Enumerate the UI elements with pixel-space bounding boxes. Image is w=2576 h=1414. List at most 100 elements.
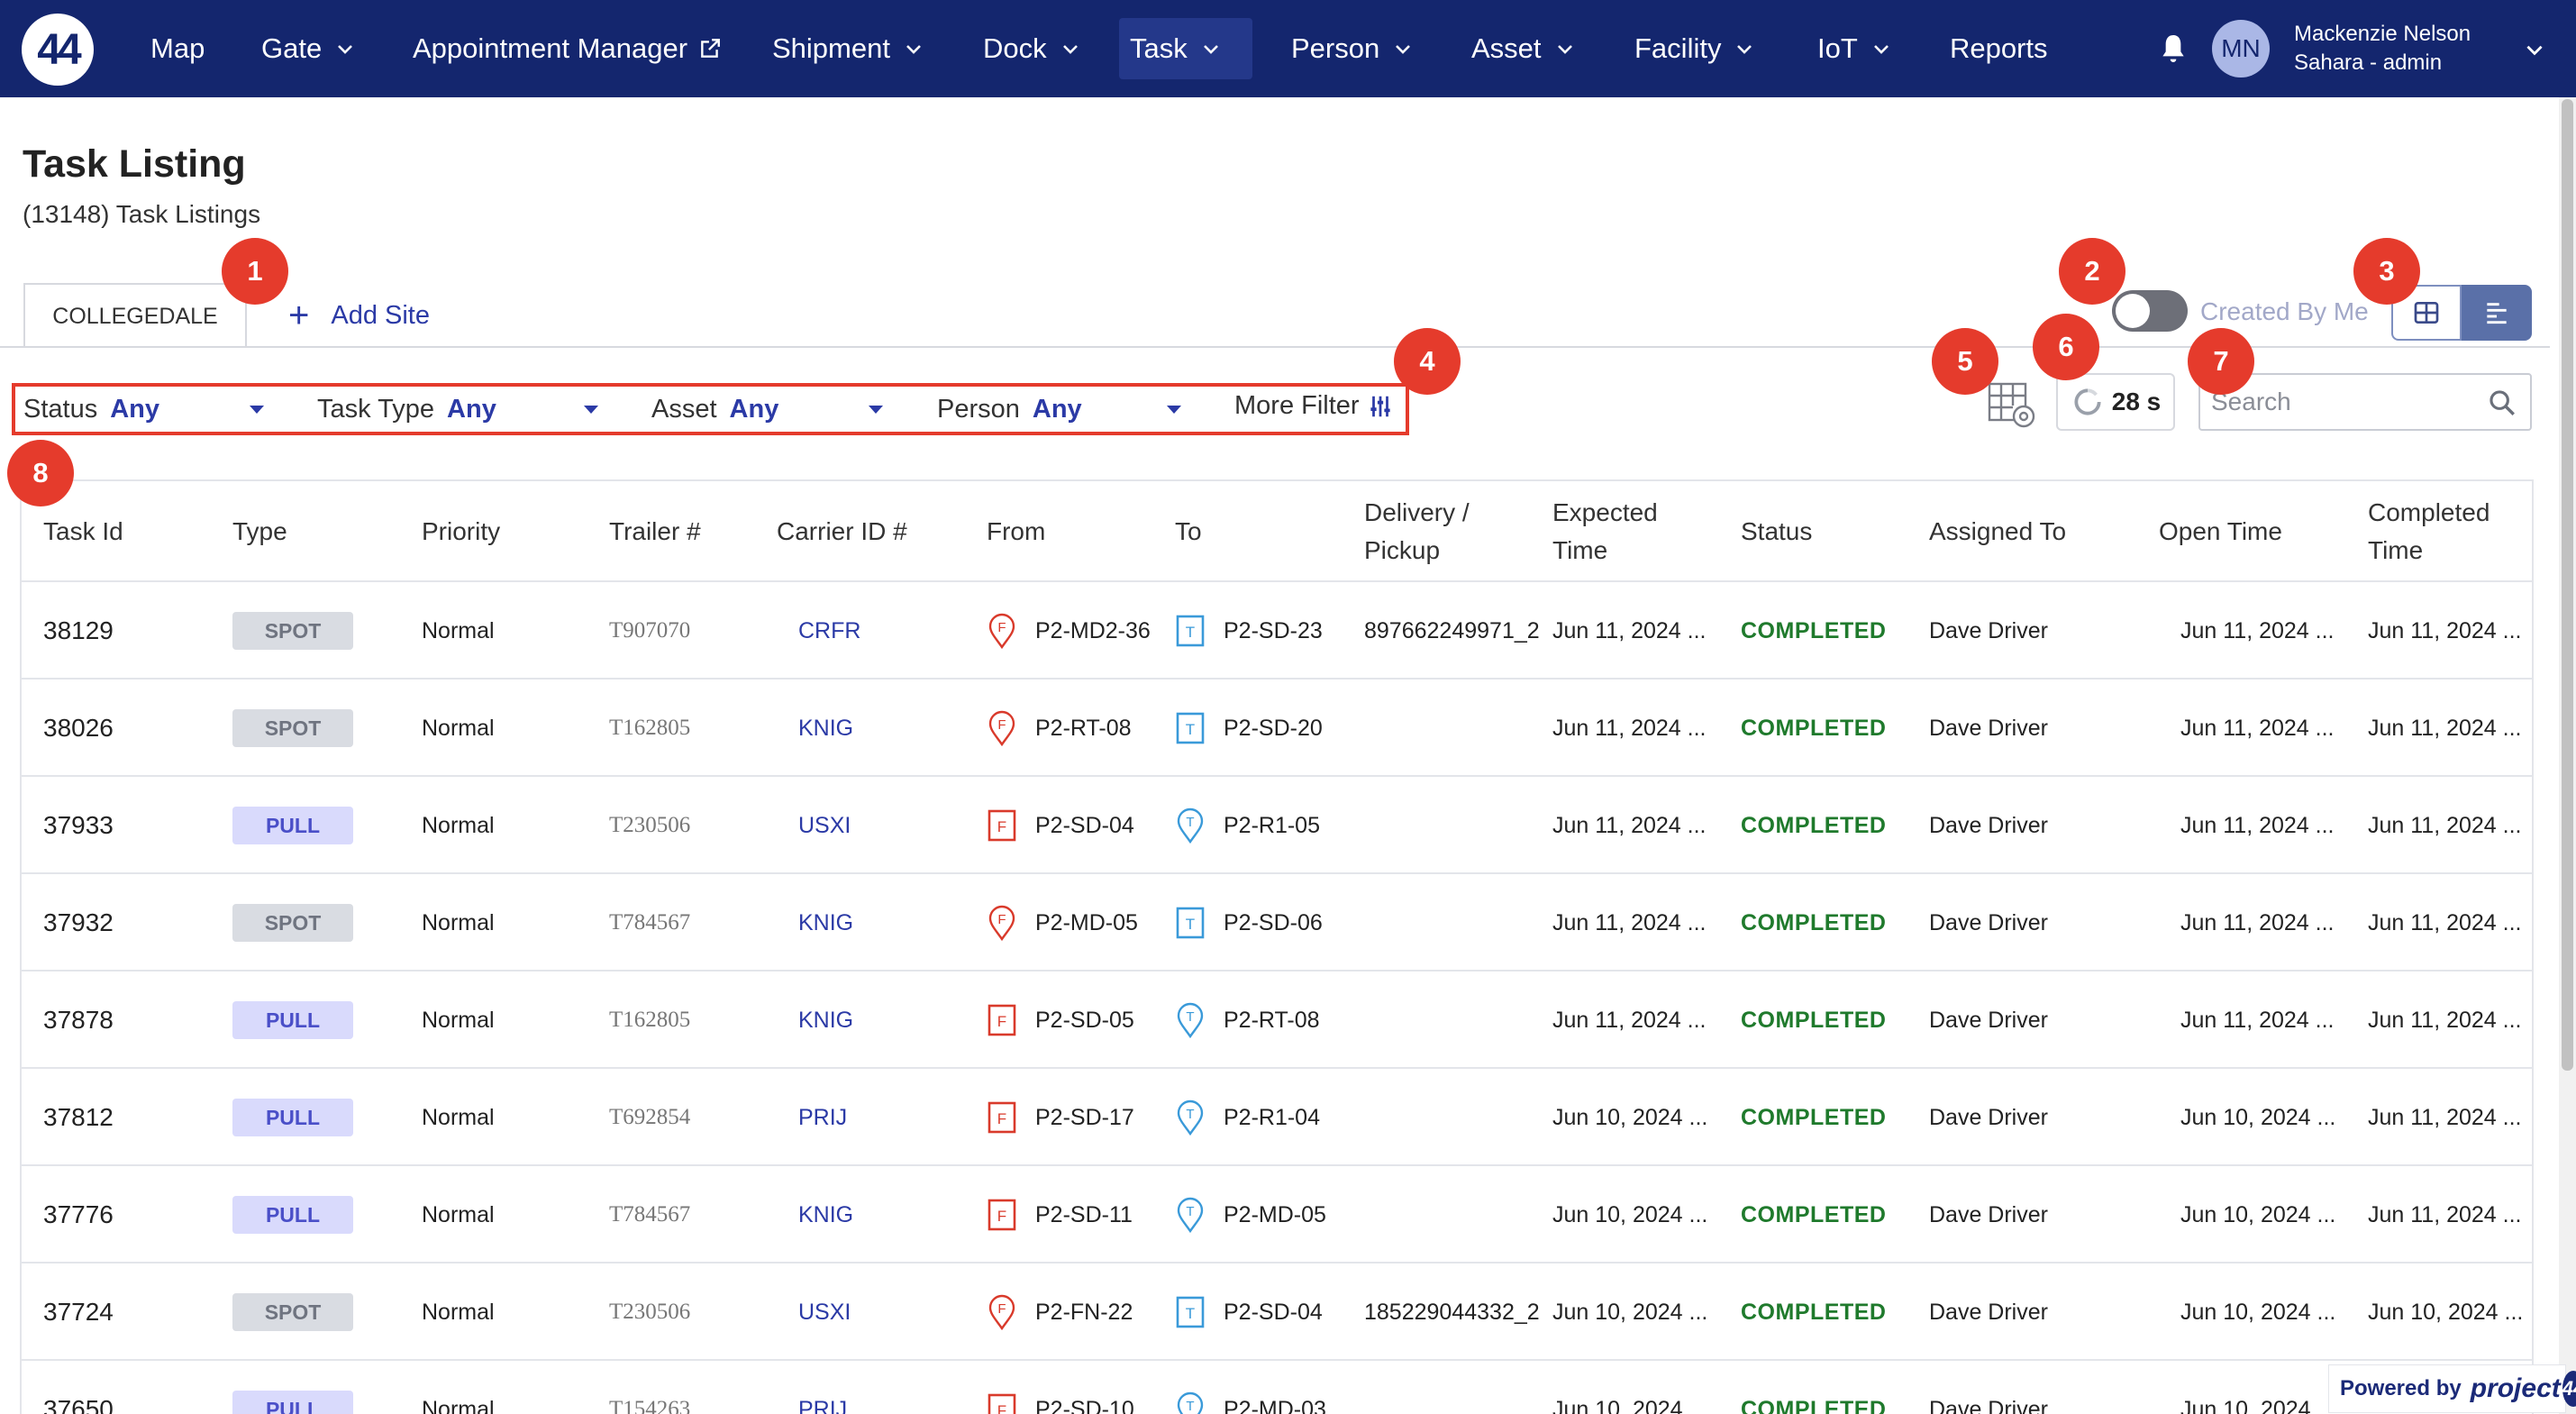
status-cell-text: COMPLETED xyxy=(1741,1201,1887,1227)
task-id-cell[interactable]: 37650 xyxy=(43,1361,114,1414)
task-id-cell[interactable]: 37933 xyxy=(43,777,114,874)
svg-text:T: T xyxy=(1186,1305,1195,1322)
search-icon[interactable] xyxy=(2487,388,2517,418)
table-row[interactable]: 37932 SPOT Normal T784567 KNIG Jun 11, 2024 .… xyxy=(22,874,2532,972)
created-by-me-toggle[interactable] xyxy=(2112,290,2188,332)
table-row[interactable]: 38026 SPOT Normal T162805 KNIG Jun 11, 2024 .… xyxy=(22,680,2532,777)
status-filter[interactable]: Status Any xyxy=(23,393,267,425)
priority-cell-text: Normal xyxy=(422,617,495,643)
column-header-status[interactable]: Status xyxy=(1741,481,1812,582)
column-header-to[interactable]: To xyxy=(1175,481,1202,582)
completed-time-cell-text: Jun 11, 2024 ... xyxy=(2368,812,2522,838)
column-header-trailer[interactable]: Trailer # xyxy=(609,481,701,582)
nav-item-reports[interactable]: Reports xyxy=(1939,18,2059,79)
status-cell-text: COMPLETED xyxy=(1741,1396,1887,1414)
nav-item-gate[interactable]: Gate xyxy=(250,18,367,79)
assigned-to-cell-text: Dave Driver xyxy=(1929,812,2048,838)
notification-bell-icon[interactable] xyxy=(2155,31,2191,67)
carrier-id-link[interactable]: USXI xyxy=(798,777,851,874)
task-id-text: 37932 xyxy=(43,908,114,936)
nav-item-task[interactable]: Task xyxy=(1119,18,1252,79)
column-settings-icon[interactable] xyxy=(1986,379,2038,431)
user-role[interactable]: Sahara - admin xyxy=(2294,50,2442,76)
location-text: P2-RT-08 xyxy=(1035,715,1132,741)
type-cell: SPOT xyxy=(232,1263,353,1361)
trailer-cell: T692854 xyxy=(609,1069,690,1166)
location-text: P2-RT-08 xyxy=(1224,1007,1320,1033)
nav-item-facility[interactable]: Facility xyxy=(1624,18,1766,79)
table-row[interactable]: 38129 SPOT Normal T907070 CRFR 897662249971_2… xyxy=(22,582,2532,680)
svg-text:F: F xyxy=(997,1013,1006,1030)
column-header-expected-time[interactable]: Expected Time xyxy=(1552,481,1688,582)
carrier-id-link[interactable]: KNIG xyxy=(798,972,853,1069)
task-type-badge: SPOT xyxy=(232,709,353,747)
nav-item-dock[interactable]: Dock xyxy=(972,18,1092,79)
caret-down-icon xyxy=(250,406,264,414)
chevron-down-icon[interactable] xyxy=(2523,38,2546,61)
table-row[interactable]: 37650 PULL Normal T154263 PRIJ Jun 10, 2024 .… xyxy=(22,1361,2532,1414)
carrier-id-link[interactable]: PRIJ xyxy=(798,1361,847,1414)
carrier-id-link[interactable]: KNIG xyxy=(798,1166,853,1263)
location-box-icon: F xyxy=(987,1099,1035,1136)
task-type-badge: PULL xyxy=(232,1001,353,1039)
task-id-cell[interactable]: 37776 xyxy=(43,1166,114,1263)
asset-filter[interactable]: Asset Any xyxy=(651,393,886,425)
column-header-from[interactable]: From xyxy=(987,481,1045,582)
nav-item-label: Facility xyxy=(1634,32,1722,64)
task-id-cell[interactable]: 37724 xyxy=(43,1263,114,1361)
carrier-id-link[interactable]: PRIJ xyxy=(798,1069,847,1166)
nav-item-shipment[interactable]: Shipment xyxy=(761,18,935,79)
table-row[interactable]: 37812 PULL Normal T692854 PRIJ Jun 10, 2024 .… xyxy=(22,1069,2532,1166)
column-header-open-time[interactable]: Open Time xyxy=(2159,481,2282,582)
nav-item-asset[interactable]: Asset xyxy=(1461,18,1587,79)
chevron-down-icon xyxy=(906,45,921,54)
completed-time-cell: Jun 11, 2024 ... xyxy=(2368,874,2522,972)
column-header-delivery-pickup[interactable]: Delivery / Pickup xyxy=(1364,481,1499,582)
svg-text:F: F xyxy=(997,717,1006,733)
task-id-cell[interactable]: 37932 xyxy=(43,874,114,972)
page-scrollbar-thumb[interactable] xyxy=(2562,99,2573,1071)
table-row[interactable]: 37933 PULL Normal T230506 USXI Jun 11, 2024 .… xyxy=(22,777,2532,874)
nav-item-iot[interactable]: IoT xyxy=(1807,18,1903,79)
column-header-assigned-to[interactable]: Assigned To xyxy=(1929,481,2066,582)
search-box[interactable] xyxy=(2198,373,2532,431)
user-avatar[interactable]: MN xyxy=(2212,20,2270,78)
task-id-cell[interactable]: 37878 xyxy=(43,972,114,1069)
search-input[interactable] xyxy=(2211,384,2481,420)
column-header-carrier-id[interactable]: Carrier ID # xyxy=(777,481,907,582)
priority-cell: Normal xyxy=(422,874,495,972)
list-view-button[interactable] xyxy=(2462,285,2532,341)
task-id-cell[interactable]: 38129 xyxy=(43,582,114,680)
assigned-to-cell-text: Dave Driver xyxy=(1929,617,2048,643)
column-header-completed-time[interactable]: Completed Time xyxy=(2368,481,2512,582)
nav-item-map[interactable]: Map xyxy=(140,18,215,79)
table-row[interactable]: 37878 PULL Normal T162805 KNIG Jun 11, 2024 .… xyxy=(22,972,2532,1069)
trailer-cell-text: T154263 xyxy=(609,1397,691,1414)
user-name[interactable]: Mackenzie Nelson xyxy=(2294,22,2471,47)
expected-time-cell: Jun 10, 2024 ... xyxy=(1552,1069,1707,1166)
task-id-cell[interactable]: 37812 xyxy=(43,1069,114,1166)
column-header-type[interactable]: Type xyxy=(232,481,287,582)
priority-cell: Normal xyxy=(422,1263,495,1361)
person-filter[interactable]: Person Any xyxy=(937,393,1189,425)
location-box-icon: F xyxy=(987,1197,1035,1233)
carrier-id-link[interactable]: KNIG xyxy=(798,680,853,777)
nav-item-person[interactable]: Person xyxy=(1280,18,1425,79)
column-header-priority[interactable]: Priority xyxy=(422,481,500,582)
caret-down-icon xyxy=(1167,406,1181,414)
app-logo[interactable]: 44 xyxy=(22,14,94,86)
priority-cell-text: Normal xyxy=(422,812,495,838)
more-filter-button[interactable]: More Filter xyxy=(1234,391,1394,421)
table-row[interactable]: 37724 SPOT Normal T230506 USXI 185229044332_2… xyxy=(22,1263,2532,1361)
add-site-button[interactable]: + Add Site xyxy=(288,296,430,335)
table-row[interactable]: 37776 PULL Normal T784567 KNIG Jun 10, 2024 .… xyxy=(22,1166,2532,1263)
nav-item-appointment-manager[interactable]: Appointment Manager xyxy=(402,18,733,79)
carrier-id-link[interactable]: CRFR xyxy=(798,582,860,680)
auto-refresh-button[interactable]: 28 s xyxy=(2056,373,2175,431)
task-id-cell[interactable]: 38026 xyxy=(43,680,114,777)
chevron-down-icon xyxy=(1873,45,1889,54)
carrier-id-link[interactable]: KNIG xyxy=(798,874,853,972)
carrier-id-link[interactable]: USXI xyxy=(798,1263,851,1361)
task-type-filter[interactable]: Task Type Any xyxy=(317,393,604,425)
tab-site-collegedale[interactable]: COLLEGEDALE xyxy=(23,283,247,348)
